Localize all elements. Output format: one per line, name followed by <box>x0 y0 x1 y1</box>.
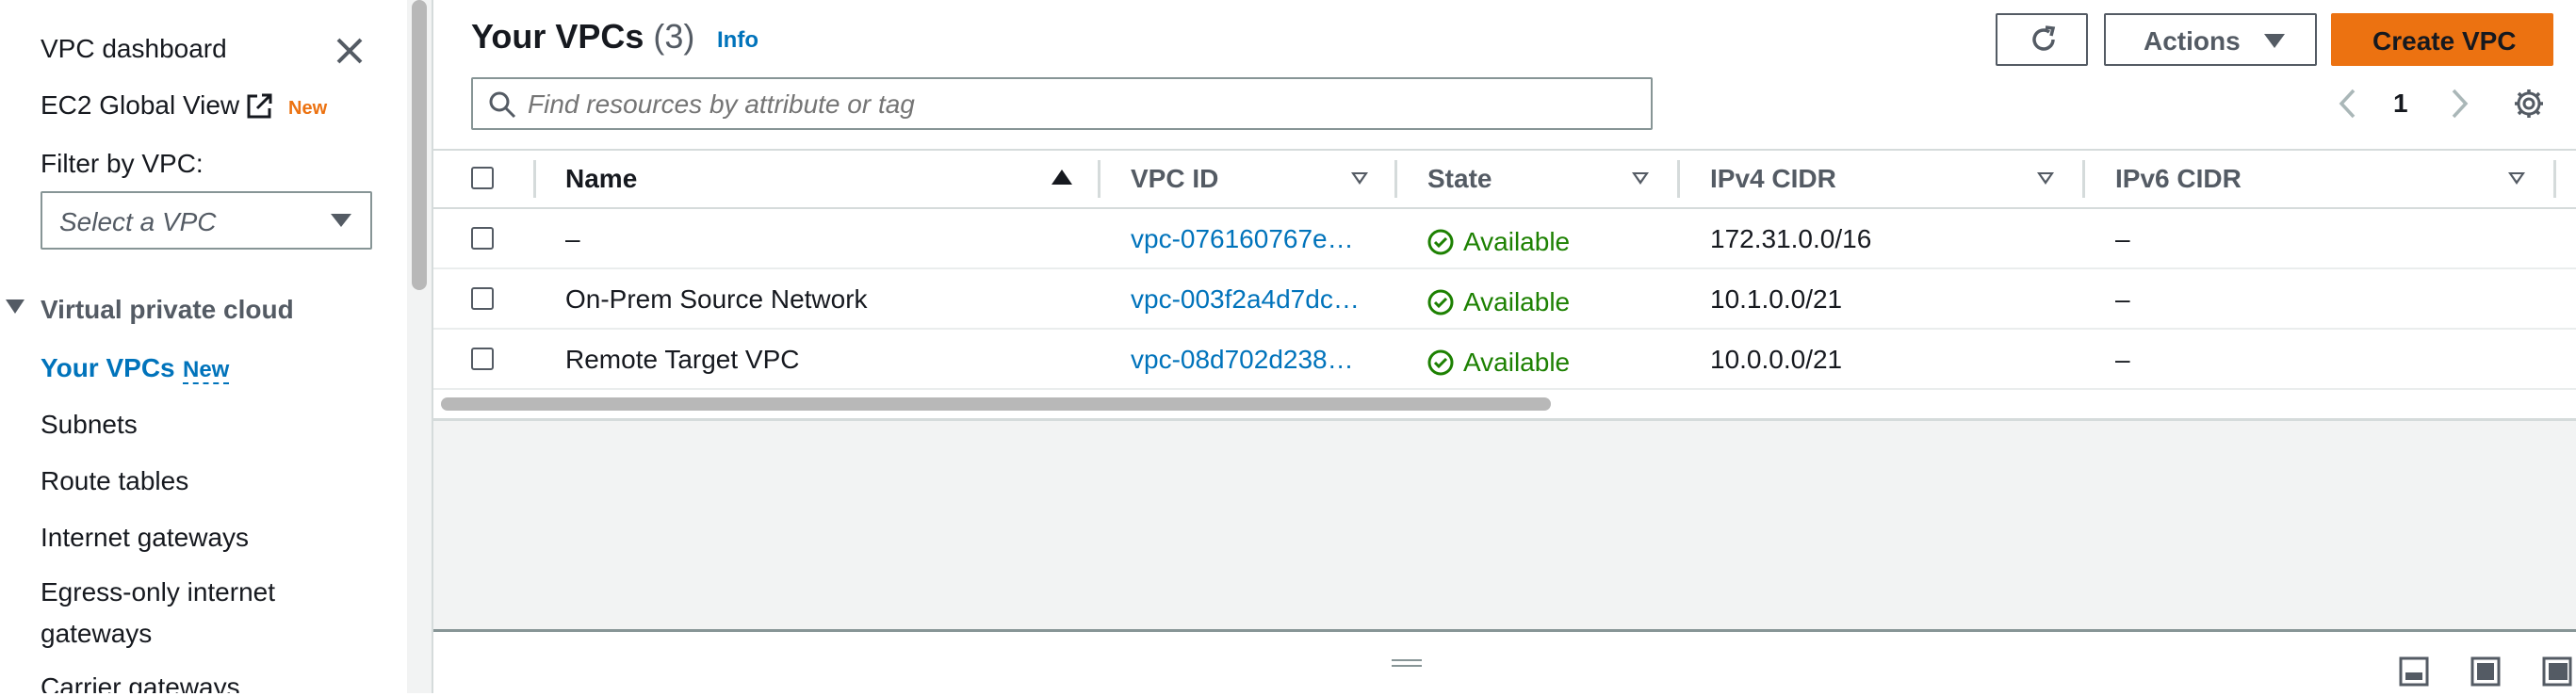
column-header-ipv6-cidr[interactable]: IPv6 CIDR <box>2115 164 2242 194</box>
status-badge: Available <box>1427 284 1570 317</box>
status-badge: Available <box>1427 345 1570 378</box>
settings-icon[interactable] <box>2512 87 2546 121</box>
column-header-vpc-id[interactable]: VPC ID <box>1131 164 1218 194</box>
close-icon[interactable] <box>334 36 365 66</box>
panel-full-icon[interactable] <box>2542 656 2572 687</box>
actions-label: Actions <box>2144 26 2241 56</box>
row-checkbox[interactable] <box>471 348 494 370</box>
status-text: Available <box>1463 348 1571 377</box>
ipv4-cidr: 10.1.0.0/21 <box>1710 284 1843 314</box>
new-badge[interactable]: New <box>183 358 230 384</box>
column-divider[interactable] <box>533 160 536 198</box>
vpc-id-link[interactable]: vpc-076160767e… <box>1131 224 1354 254</box>
chevron-right-icon[interactable] <box>2450 85 2470 122</box>
page-title-text: Your VPCs <box>471 17 644 56</box>
check-circle-icon <box>1427 289 1454 316</box>
page-title: Your VPCs (3) <box>471 17 694 57</box>
column-header-state[interactable]: State <box>1427 164 1492 194</box>
side-navigation: VPC dashboard EC2 Global View New Filter… <box>0 0 407 693</box>
row-divider <box>433 328 2576 330</box>
column-divider[interactable] <box>1394 160 1397 198</box>
caret-down-icon <box>2264 34 2285 48</box>
refresh-button[interactable] <box>1996 13 2088 66</box>
nav-ec2-global-view[interactable]: EC2 Global View <box>41 90 239 121</box>
nav-route-tables[interactable]: Route tables <box>41 466 188 496</box>
vpc-filter-select[interactable]: Select a VPC <box>41 191 372 250</box>
table-header-border <box>433 207 2576 209</box>
ipv6-cidr: – <box>2115 224 2130 253</box>
vpc-filter-placeholder: Select a VPC <box>59 207 217 236</box>
column-divider[interactable] <box>1098 160 1101 198</box>
row-divider <box>433 388 2576 390</box>
nav-your-vpcs[interactable]: Your VPCs <box>41 353 175 383</box>
chevron-left-icon[interactable] <box>2337 85 2357 122</box>
nav-internet-gateways[interactable]: Internet gateways <box>41 523 249 553</box>
search-input[interactable] <box>526 83 1641 126</box>
create-vpc-label: Create VPC <box>2372 26 2517 56</box>
check-circle-icon <box>1427 229 1454 255</box>
row-checkbox[interactable] <box>471 227 494 250</box>
vpc-name: Remote Target VPC <box>565 345 800 374</box>
empty-details-area <box>433 418 2576 634</box>
select-all-checkbox[interactable] <box>471 167 494 189</box>
search-icon <box>488 90 516 119</box>
refresh-icon <box>2029 24 2059 55</box>
caret-down-icon[interactable] <box>6 299 24 314</box>
sort-icon[interactable] <box>1632 172 1649 185</box>
status-text: Available <box>1463 287 1571 316</box>
vpc-id-link[interactable]: vpc-08d702d238… <box>1131 345 1354 375</box>
ipv6-cidr: – <box>2115 345 2130 374</box>
drag-handle-icon[interactable] <box>1391 656 1423 668</box>
new-badge: New <box>288 98 328 119</box>
row-checkbox[interactable] <box>471 287 494 310</box>
split-panel-bar[interactable] <box>433 629 2576 696</box>
nav-ec2-global-view-label: EC2 Global View <box>41 90 240 120</box>
vpc-count: (3) <box>653 17 695 56</box>
filter-by-vpc-label: Filter by VPC: <box>41 149 204 178</box>
external-link-icon <box>245 92 273 121</box>
status-badge: Available <box>1427 224 1570 257</box>
actions-button[interactable]: Actions <box>2104 13 2317 66</box>
nav-carrier-gateways[interactable]: Carrier gateways <box>41 672 240 693</box>
table-top-border <box>433 149 2576 151</box>
caret-down-icon <box>331 214 351 227</box>
column-header-name[interactable]: Name <box>565 164 637 194</box>
sort-icon[interactable] <box>1351 172 1368 185</box>
row-divider <box>433 267 2576 269</box>
panel-bottom-icon[interactable] <box>2399 656 2429 687</box>
check-circle-icon <box>1427 349 1454 376</box>
nav-subnets[interactable]: Subnets <box>41 410 138 440</box>
column-divider[interactable] <box>2082 160 2085 198</box>
table-horizontal-scrollbar[interactable] <box>441 397 1551 411</box>
section-virtual-private-cloud[interactable]: Virtual private cloud <box>41 295 294 325</box>
create-vpc-button[interactable]: Create VPC <box>2331 13 2553 66</box>
vpc-name: On-Prem Source Network <box>565 284 868 314</box>
ipv6-cidr: – <box>2115 284 2130 314</box>
ipv4-cidr: 172.31.0.0/16 <box>1710 224 1872 253</box>
nav-vpc-dashboard[interactable]: VPC dashboard <box>41 34 227 64</box>
ipv4-cidr: 10.0.0.0/21 <box>1710 345 1843 374</box>
page-number[interactable]: 1 <box>2393 89 2408 119</box>
panel-side-icon[interactable] <box>2470 656 2501 687</box>
column-header-ipv4-cidr[interactable]: IPv4 CIDR <box>1710 164 1836 194</box>
vpc-id-link[interactable]: vpc-003f2a4d7dc… <box>1131 284 1360 315</box>
sort-ascending-icon[interactable] <box>1052 170 1072 185</box>
sort-icon[interactable] <box>2508 172 2525 185</box>
main-content: Your VPCs (3) Info Actions Create VPC 1 … <box>433 0 2576 696</box>
column-divider[interactable] <box>1677 160 1680 198</box>
sort-icon[interactable] <box>2037 172 2054 185</box>
info-link[interactable]: Info <box>717 27 758 54</box>
search-bar[interactable] <box>471 77 1653 130</box>
sidebar-scrollbar-thumb[interactable] <box>412 0 427 290</box>
nav-egress-only-internet-gateways[interactable]: Egress-only internet gateways <box>41 572 314 655</box>
status-text: Available <box>1463 227 1571 256</box>
vpc-name: – <box>565 224 580 253</box>
column-divider[interactable] <box>2553 160 2556 198</box>
